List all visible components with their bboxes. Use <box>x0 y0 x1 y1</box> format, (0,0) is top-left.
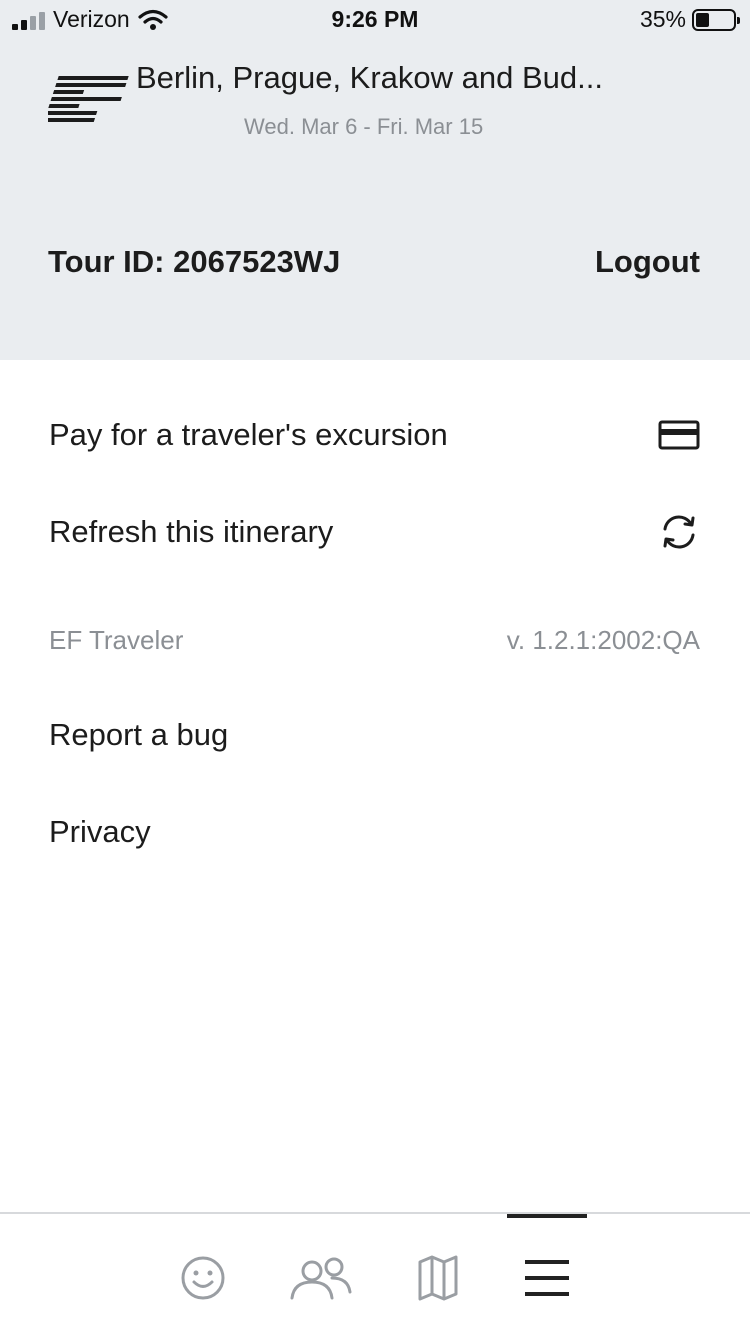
tab-map[interactable] <box>405 1250 471 1306</box>
battery-icon <box>692 8 740 31</box>
pay-excursion-label: Pay for a traveler's excursion <box>49 417 448 452</box>
tab-home[interactable] <box>170 1250 236 1306</box>
refresh-itinerary-label: Refresh this itinerary <box>49 514 334 549</box>
refresh-icon <box>657 510 701 554</box>
report-bug-link[interactable]: Report a bug <box>49 705 701 765</box>
refresh-itinerary-item[interactable]: Refresh this itinerary <box>49 502 701 562</box>
credit-card-icon <box>657 413 701 457</box>
battery-percent: 35% <box>639 6 686 32</box>
status-bar: Verizon 9:26 PM 35% <box>0 0 750 42</box>
smiley-icon <box>181 1256 225 1300</box>
menu-icon <box>525 1260 569 1296</box>
tour-dates: Wed. Mar 6 - Fri. Mar 15 <box>244 114 484 139</box>
ef-logo <box>48 76 129 122</box>
privacy-link[interactable]: Privacy <box>49 802 701 862</box>
active-tab-indicator <box>507 1214 587 1218</box>
header: Verizon 9:26 PM 35% Berlin, Prague, Krak <box>0 0 750 360</box>
battery-fill <box>696 12 709 27</box>
tab-people[interactable] <box>288 1250 354 1306</box>
tour-id: Tour ID: 2067523WJ <box>48 244 341 279</box>
app-name: EF Traveler <box>49 625 184 655</box>
status-right: 35% <box>639 6 740 33</box>
tab-menu[interactable] <box>514 1250 580 1306</box>
tab-bar <box>0 1212 750 1334</box>
clock: 9:26 PM <box>331 6 419 32</box>
report-bug-label: Report a bug <box>49 717 229 752</box>
tour-title: Berlin, Prague, Krakow and Bud... <box>136 60 603 95</box>
pay-excursion-item[interactable]: Pay for a traveler's excursion <box>49 405 701 465</box>
app-version: v. 1.2.1:2002:QA <box>506 625 700 655</box>
people-icon <box>290 1257 352 1300</box>
map-icon <box>418 1255 458 1301</box>
privacy-label: Privacy <box>49 814 151 849</box>
logout-button[interactable]: Logout <box>595 244 700 280</box>
